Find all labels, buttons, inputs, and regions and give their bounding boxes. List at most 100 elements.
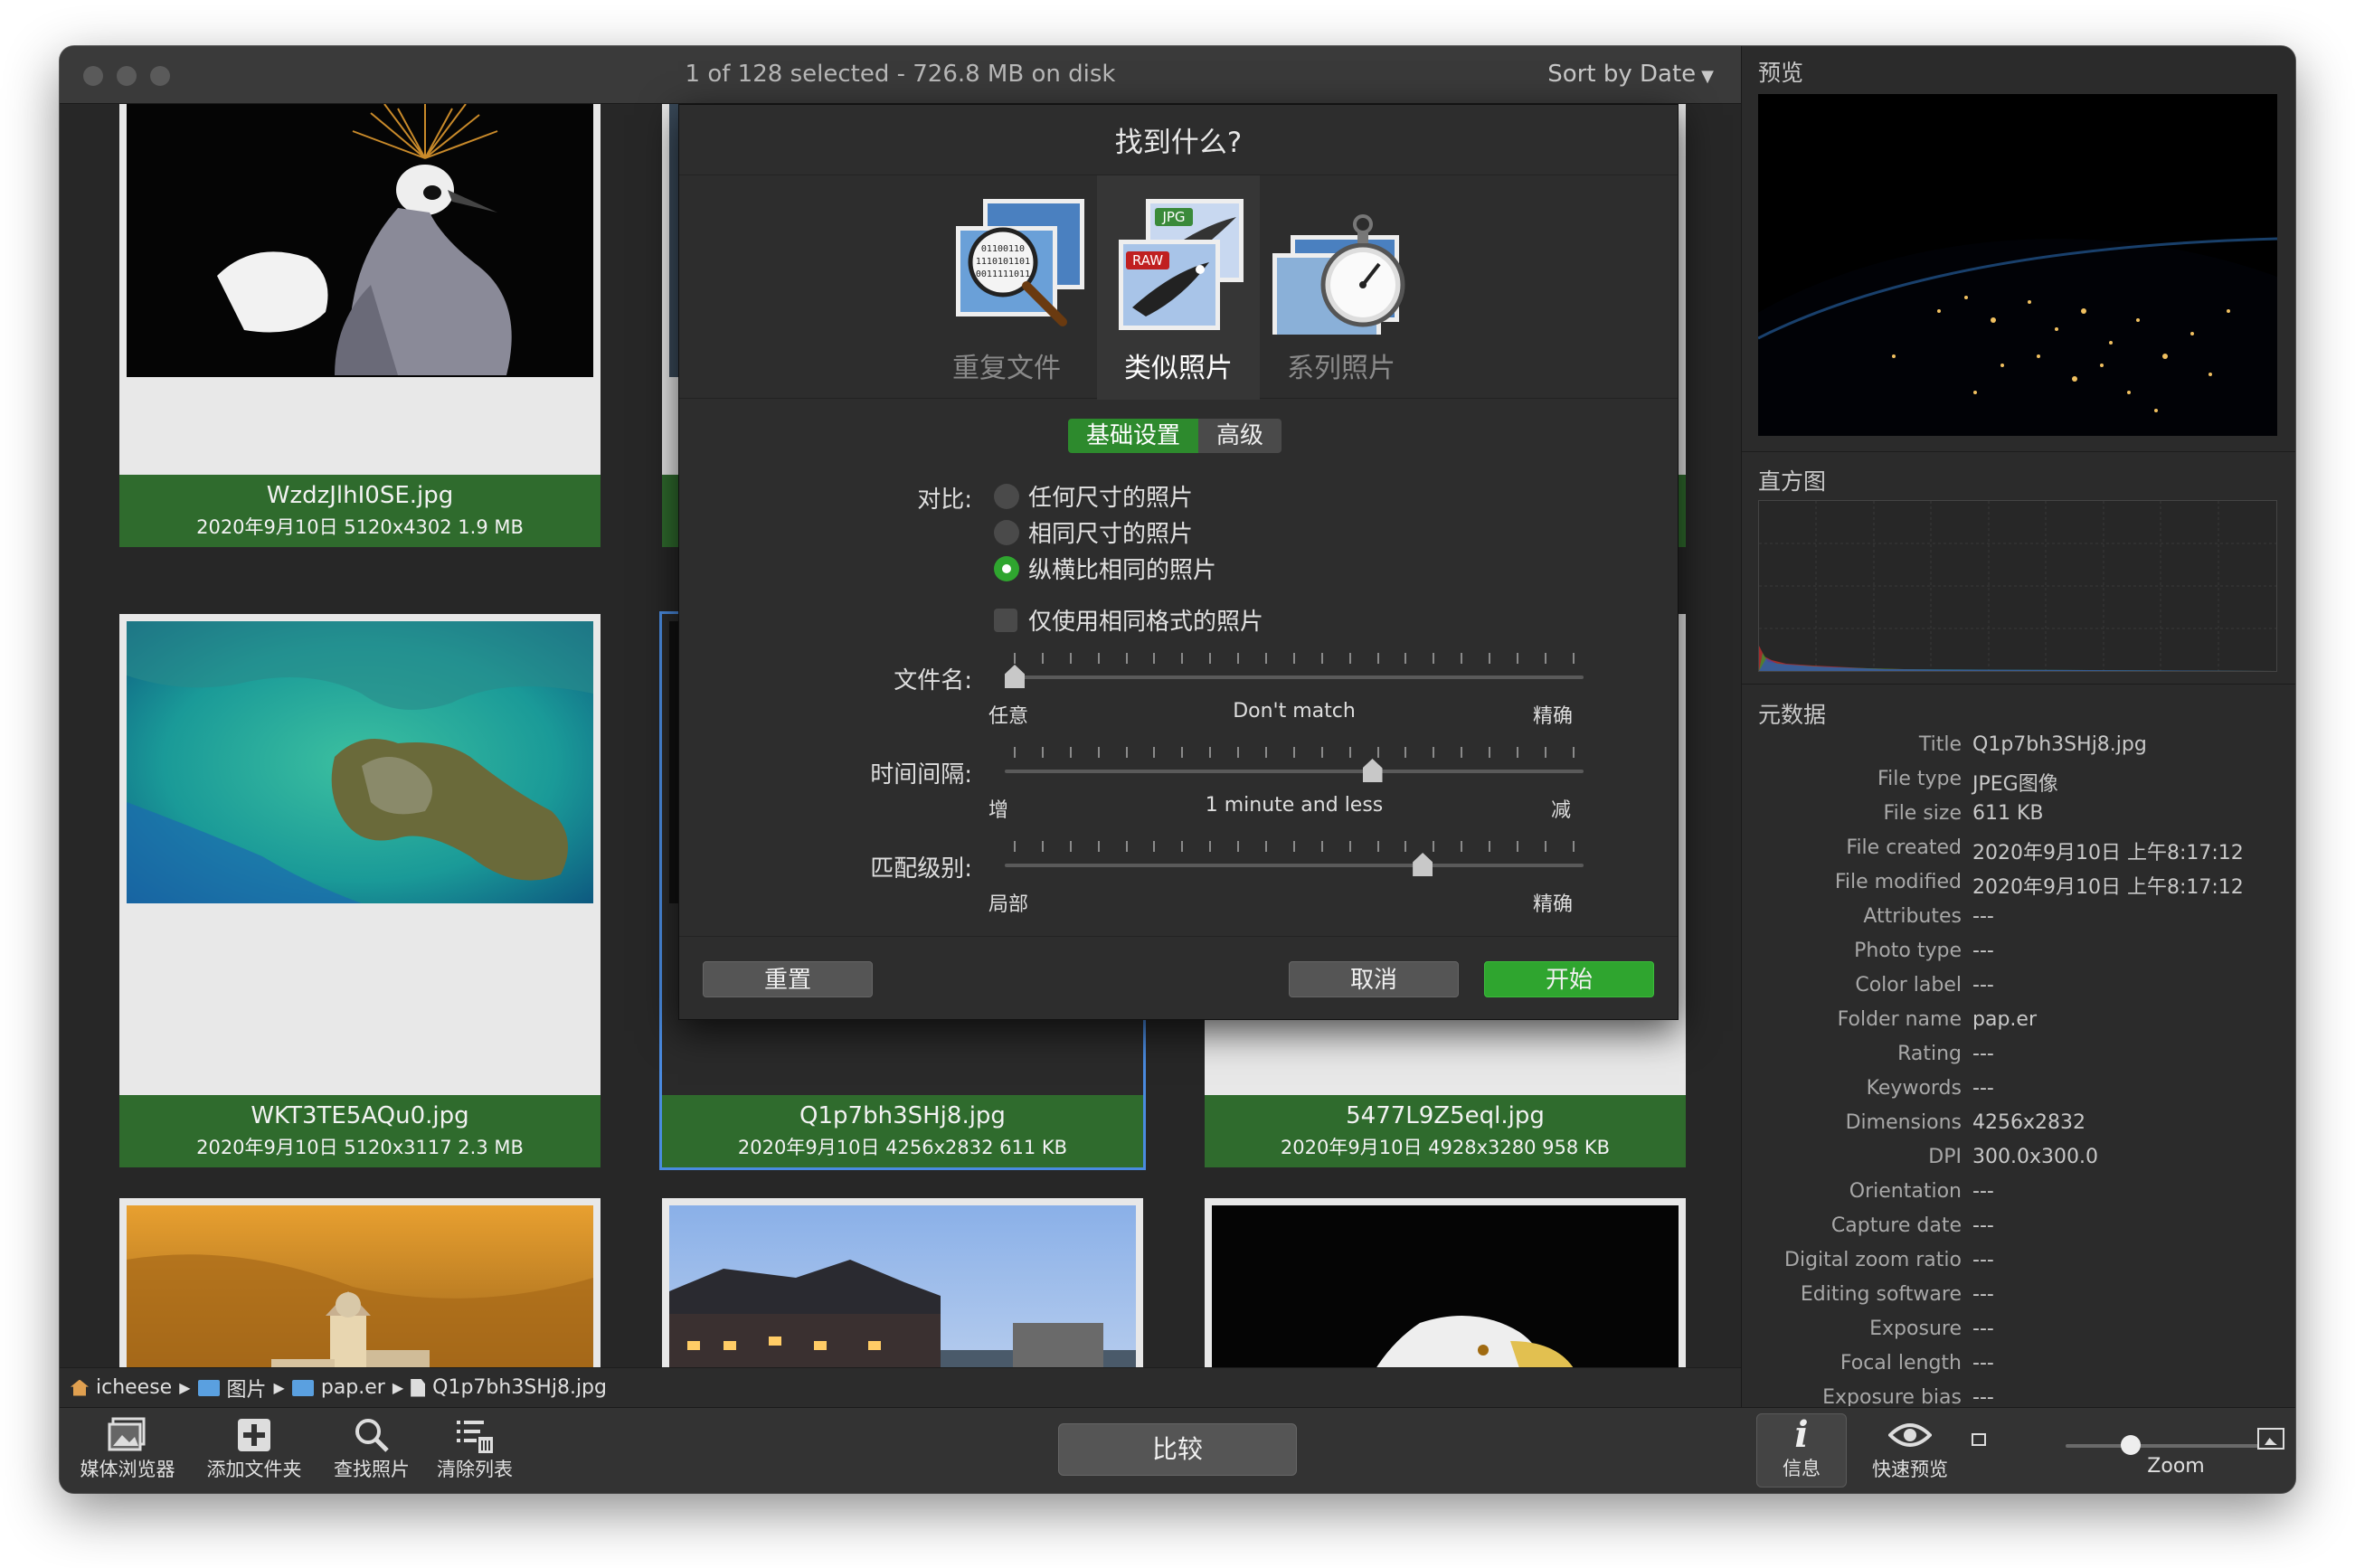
photo-meta: 2020年9月10日 5120x3117 2.3 MB (196, 1137, 524, 1158)
find-dialog: 找到什么? 01100110 1110101101 0011111011 重复文… (678, 104, 1679, 1020)
clear-list-button[interactable]: 清除列表 (434, 1415, 515, 1482)
option-same-size[interactable]: 相同尺寸的照片 (994, 515, 1193, 549)
checkbox[interactable] (994, 608, 1017, 632)
slider-knob[interactable] (1362, 759, 1383, 782)
find-photos-button[interactable]: 查找照片 (331, 1415, 412, 1482)
inspector-sidebar: 预览 直方图 元数据 Title Q1p7bh3SHj8.jpg File ty… (1741, 46, 2295, 1407)
photo-thumbnail[interactable]: WzdzJlhI0SE.jpg 2020年9月10日 5120x4302 1.9… (119, 104, 601, 547)
slider-tick (1461, 841, 1463, 852)
add-folder-button[interactable]: 添加文件夹 (204, 1415, 304, 1482)
find-photos-label: 查找照片 (334, 1459, 410, 1480)
same-format-checkbox-row[interactable]: 仅使用相同格式的照片 (994, 603, 1263, 637)
slider-tick (1404, 841, 1407, 852)
path-item[interactable]: Q1p7bh3SHj8.jpg (432, 1376, 607, 1399)
zoom-in-icon[interactable] (2257, 1428, 2284, 1450)
slider-tick (1348, 841, 1351, 852)
slider-tick (1265, 841, 1268, 852)
dialog-title: 找到什么? (1114, 127, 1243, 159)
media-browser-button[interactable]: 媒体浏览器 (78, 1415, 177, 1482)
metadata-key: Capture date (1830, 1214, 1962, 1237)
settings-tabs: 基础设置 高级 (1068, 419, 1282, 453)
slider-tick (1014, 653, 1016, 664)
slider-tick (1237, 841, 1240, 852)
histogram-title: 直方图 (1758, 468, 1827, 495)
sort-label: Sort by Date (1547, 61, 1697, 88)
time-interval-label: 时间间隔: (870, 761, 972, 789)
photo-meta: 2020年9月10日 5120x4302 1.9 MB (196, 516, 524, 538)
tab-basic-settings[interactable]: 基础设置 (1068, 419, 1199, 453)
home-icon (71, 1379, 89, 1396)
slider-tick (1376, 653, 1379, 664)
metadata-key: File created (1846, 836, 1962, 859)
metadata-value: --- (1972, 974, 1994, 997)
jpg-badge: JPG (1161, 209, 1185, 225)
slider-track[interactable] (1005, 864, 1584, 867)
slider-tick (1237, 747, 1240, 758)
metadata-key: Color label (1855, 974, 1962, 997)
info-button[interactable]: i 信息 (1756, 1413, 1847, 1488)
slider-track[interactable] (1005, 770, 1584, 773)
photo-thumbnail[interactable] (1205, 1198, 1686, 1367)
chevron-down-icon: ▼ (1701, 67, 1714, 86)
mode-duplicate-files[interactable]: 01100110 1110101101 0011111011 重复文件 (925, 175, 1088, 400)
option-same-aspect-ratio[interactable]: 纵横比相同的照片 (994, 552, 1216, 585)
metadata-value: --- (1972, 1249, 1994, 1271)
filename-slider[interactable] (1005, 653, 1584, 689)
metadata-value: 300.0x300.0 (1972, 1146, 2098, 1168)
tab-advanced[interactable]: 高级 (1198, 419, 1282, 453)
zoom-out-icon[interactable] (1972, 1433, 1986, 1446)
match-level-min-label: 局部 (988, 893, 1029, 916)
mode-selector: 01100110 1110101101 0011111011 重复文件 JPG (679, 175, 1678, 400)
slider-tick (1292, 747, 1295, 758)
slider-ticks (1014, 747, 1575, 758)
radio-button-selected[interactable] (994, 555, 1019, 581)
path-item[interactable]: 图片 (227, 1374, 267, 1403)
slider-tick (1069, 653, 1072, 664)
reset-button[interactable]: 重置 (703, 961, 873, 997)
metadata-key: Title (1918, 733, 1962, 756)
option-any-size[interactable]: 任何尺寸的照片 (994, 479, 1193, 513)
photo-caption: 5477L9Z5eql.jpg 2020年9月10日 4928x3280 958… (1205, 1095, 1686, 1167)
binary-text: 01100110 (981, 244, 1025, 254)
plus-icon (204, 1415, 304, 1455)
metadata-value: --- (1972, 1386, 1994, 1406)
folder-icon (291, 1379, 314, 1396)
same-format-label: 仅使用相同格式的照片 (1028, 609, 1264, 636)
slider-knob[interactable] (1413, 853, 1433, 876)
compare-label: 对比: (917, 486, 972, 514)
mode-similar-photos[interactable]: JPG RAW 类似照片 (1097, 175, 1260, 400)
search-icon (331, 1415, 412, 1455)
mode-series-photos[interactable]: 系列照片 (1260, 175, 1423, 400)
radio-button[interactable] (994, 483, 1019, 509)
metadata-value: --- (1972, 1318, 1994, 1340)
radio-button[interactable] (994, 519, 1019, 545)
photo-thumbnail[interactable] (119, 1198, 601, 1367)
cancel-button[interactable]: 取消 (1289, 961, 1459, 997)
time-interval-slider[interactable] (1005, 747, 1584, 783)
slider-tick (1489, 747, 1491, 758)
quick-preview-button[interactable]: 快速预览 (1865, 1415, 1955, 1482)
path-item[interactable]: icheese (96, 1376, 172, 1399)
dialog-footer: 重置 取消 开始 (679, 936, 1678, 1019)
slider-tick (1461, 653, 1463, 664)
photo-caption: WzdzJlhI0SE.jpg 2020年9月10日 5120x4302 1.9… (119, 475, 601, 547)
photo-thumbnail[interactable]: WKT3TE5AQu0.jpg 2020年9月10日 5120x3117 2.3… (119, 614, 601, 1167)
zoom-slider-track[interactable] (2066, 1444, 2283, 1448)
eye-icon (1865, 1415, 1955, 1455)
sort-menu[interactable]: Sort by Date ▼ (1547, 61, 1714, 88)
compare-button[interactable]: 比较 (1058, 1423, 1297, 1476)
slider-tick (1209, 841, 1212, 852)
match-level-slider[interactable] (1005, 841, 1584, 877)
filename-label: 文件名: (894, 667, 972, 694)
slider-knob[interactable] (1005, 665, 1025, 688)
photo-thumbnail[interactable] (662, 1198, 1143, 1367)
path-item[interactable]: pap.er (321, 1376, 385, 1399)
slider-tick (1181, 653, 1184, 664)
slider-track[interactable] (1005, 675, 1584, 679)
water-town-photo (669, 1205, 1136, 1367)
slider-tick (1376, 747, 1379, 758)
slider-tick (1125, 841, 1128, 852)
document-icon (411, 1378, 426, 1397)
zoom-slider-knob[interactable] (2121, 1435, 2141, 1455)
start-button[interactable]: 开始 (1484, 961, 1654, 997)
